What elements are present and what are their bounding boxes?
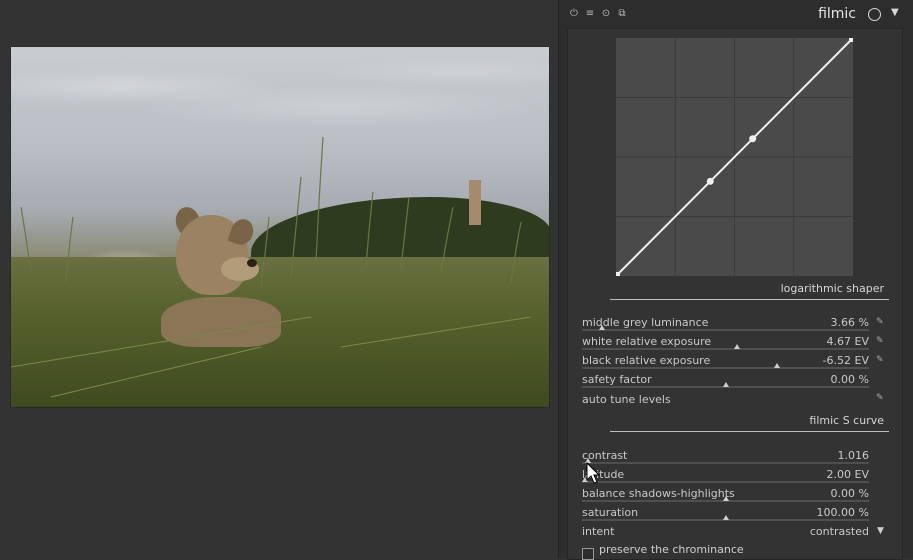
intent-dropdown[interactable]: intent contrasted	[582, 523, 869, 542]
chevron-down-icon[interactable]: ▼	[877, 526, 884, 536]
curve-node[interactable]	[706, 177, 714, 185]
section-filmic-s-curve: filmic S curve	[610, 413, 889, 432]
slider-black-relative-exposure[interactable]: black relative exposure -6.52 EV	[582, 352, 869, 371]
slider-value: 0.00 %	[830, 487, 869, 500]
filmic-curve-graph[interactable]	[616, 38, 853, 276]
intent-label: intent	[582, 525, 615, 538]
auto-tune-row[interactable]: auto tune levels	[582, 391, 869, 410]
reset-icon[interactable]: ⊙	[600, 8, 612, 20]
preserve-chrominance-label: preserve the chrominance	[599, 543, 744, 556]
menu-arrow-icon[interactable]: ▼	[891, 7, 899, 18]
slider-track[interactable]	[582, 348, 869, 350]
grass-blades	[11, 136, 532, 398]
intent-value: contrasted	[809, 525, 869, 538]
slider-handle[interactable]	[722, 382, 729, 387]
image-preview[interactable]	[10, 46, 550, 408]
curve-endpoint	[849, 38, 853, 42]
slider-label: black relative exposure	[582, 354, 711, 367]
slider-white-relative-exposure[interactable]: white relative exposure 4.67 EV	[582, 333, 869, 352]
mouse-cursor-icon	[586, 462, 600, 484]
preserve-chrominance-checkbox[interactable]	[582, 548, 594, 560]
slider-label: white relative exposure	[582, 335, 712, 348]
slider-value: 100.00 %	[816, 506, 869, 519]
auto-tune-label: auto tune levels	[582, 393, 671, 406]
color-picker-icon[interactable]: ✎	[876, 336, 886, 346]
slider-value: -6.52 EV	[822, 354, 869, 367]
section-title: logarithmic shaper	[780, 282, 884, 295]
section-title: filmic S curve	[809, 414, 884, 427]
slider-track[interactable]	[582, 367, 869, 369]
auto-tune-picker-icon[interactable]: ✎	[876, 393, 886, 403]
slider-track[interactable]	[582, 481, 869, 483]
slider-label: balance shadows-highlights	[582, 487, 735, 500]
slider-handle[interactable]	[722, 496, 729, 501]
slider-value: 0.00 %	[830, 373, 869, 386]
slider-latitude[interactable]: latitude 2.00 EV	[581, 466, 869, 485]
slider-track[interactable]	[582, 462, 869, 464]
slider-balance-shadows-highlights[interactable]: balance shadows-highlights 0.00 %	[582, 485, 869, 504]
section-logarithmic-shaper: logarithmic shaper	[610, 281, 889, 300]
slider-safety-factor[interactable]: safety factor 0.00 %	[582, 371, 869, 390]
presets-icon[interactable]: ≡	[584, 8, 596, 20]
slider-label: safety factor	[582, 373, 652, 386]
slider-handle[interactable]	[774, 363, 781, 368]
slider-value: 4.67 EV	[826, 335, 869, 348]
slider-handle[interactable]	[722, 515, 729, 520]
slider-handle[interactable]	[599, 325, 606, 330]
power-icon[interactable]: ⏻	[568, 8, 580, 20]
slider-handle[interactable]	[733, 344, 740, 349]
module-title: filmic	[818, 6, 856, 22]
curve-endpoint	[616, 272, 620, 276]
slider-track[interactable]	[582, 329, 869, 331]
duplicate-icon[interactable]: ⧉	[616, 8, 628, 20]
slider-label: saturation	[582, 506, 639, 519]
color-picker-icon[interactable]: ✎	[876, 317, 886, 327]
color-picker-icon[interactable]: ✎	[876, 355, 886, 365]
slider-saturation[interactable]: saturation 100.00 %	[582, 504, 869, 523]
instance-circle-icon[interactable]	[868, 8, 881, 21]
slider-value: 3.66 %	[830, 316, 869, 329]
slider-value: 2.00 EV	[826, 468, 869, 481]
slider-middle-grey-luminance[interactable]: middle grey luminance 3.66 %	[582, 314, 869, 333]
slider-contrast[interactable]: contrast 1.016	[582, 447, 869, 466]
slider-value: 1.016	[837, 449, 870, 462]
curve-node[interactable]	[749, 135, 757, 143]
